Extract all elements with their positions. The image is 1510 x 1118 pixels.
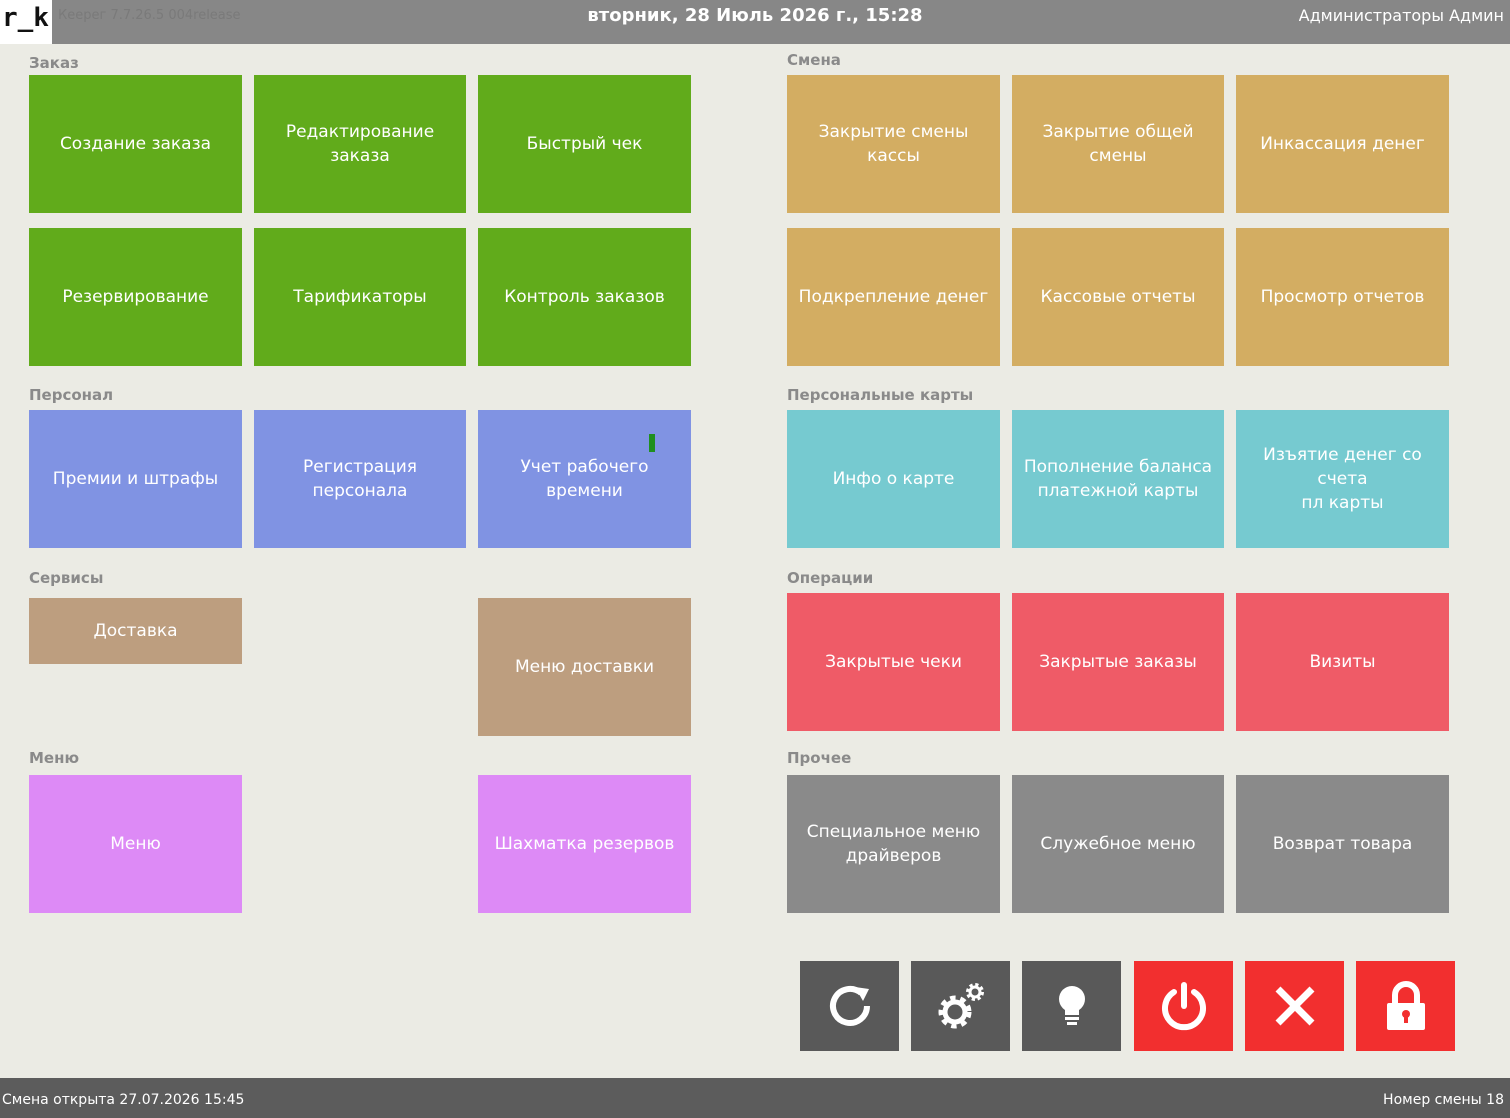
close-button[interactable] [1245, 961, 1344, 1051]
hint-button[interactable] [1022, 961, 1121, 1051]
driver-menu-button[interactable]: Специальное меню драйверов [787, 775, 1000, 913]
section-other-label: Прочее [787, 749, 852, 767]
closed-checks-button[interactable]: Закрытые чеки [787, 593, 1000, 731]
delivery-menu-button[interactable]: Меню доставки [478, 598, 691, 736]
close-general-shift-button[interactable]: Закрытие общей смены [1012, 75, 1224, 213]
tariffs-button[interactable]: Тарификаторы [254, 228, 466, 366]
current-user: Администраторы Админ [1298, 6, 1504, 25]
return-goods-button[interactable]: Возврат товара [1236, 775, 1449, 913]
shift-opened-status: Смена открыта 27.07.2026 15:45 [2, 1092, 245, 1108]
delivery-button[interactable]: Доставка [29, 598, 242, 664]
order-control-button[interactable]: Контроль заказов [478, 228, 691, 366]
work-time-status-indicator [649, 434, 655, 452]
lock-button[interactable] [1356, 961, 1455, 1051]
card-topup-button[interactable]: Пополнение баланса платежной карты [1012, 410, 1224, 548]
power-button[interactable] [1134, 961, 1233, 1051]
closed-orders-button[interactable]: Закрытые заказы [1012, 593, 1224, 731]
refresh-icon [829, 986, 870, 1026]
cash-reinforcement-button[interactable]: Подкрепление денег [787, 228, 1000, 366]
section-cards-label: Персональные карты [787, 386, 974, 404]
visits-button[interactable]: Визиты [1236, 593, 1449, 731]
section-menu-label: Меню [29, 749, 80, 767]
card-info-button[interactable]: Инфо о карте [787, 410, 1000, 548]
view-reports-button[interactable]: Просмотр отчетов [1236, 228, 1449, 366]
section-shift-label: Смена [787, 51, 841, 69]
service-menu-button[interactable]: Служебное меню [1012, 775, 1224, 913]
section-order-label: Заказ [29, 54, 79, 72]
staff-registration-button[interactable]: Регистрация персонала [254, 410, 466, 548]
close-cash-shift-button[interactable]: Закрытие смены кассы [787, 75, 1000, 213]
reservation-chess-button[interactable]: Шахматка резервов [478, 775, 691, 913]
gears-icon [938, 983, 984, 1029]
reservation-button[interactable]: Резервирование [29, 228, 242, 366]
title-bar: r_k Кеерег 7.7.26.5 004release вторник, … [0, 0, 1510, 44]
card-withdraw-button[interactable]: Изъятие денег со счета пл карты [1236, 410, 1449, 548]
section-operations-label: Операции [787, 569, 874, 587]
settings-button[interactable] [911, 961, 1010, 1051]
power-icon [1161, 982, 1206, 1031]
current-datetime: вторник, 28 Июль 2026 г., 15:28 [587, 5, 923, 26]
menu-button[interactable]: Меню [29, 775, 242, 913]
lock-icon [1386, 981, 1425, 1030]
edit-order-button[interactable]: Редактирование заказа [254, 75, 466, 213]
close-icon [1275, 986, 1314, 1026]
shift-number-status: Номер смены 18 [1383, 1092, 1504, 1108]
bonuses-fines-button[interactable]: Премии и штрафы [29, 410, 242, 548]
section-staff-label: Персонал [29, 386, 114, 404]
work-time-button[interactable]: Учет рабочего времени [478, 410, 691, 548]
refresh-button[interactable] [800, 961, 899, 1051]
quick-check-button[interactable]: Быстрый чек [478, 75, 691, 213]
create-order-button[interactable]: Создание заказа [29, 75, 242, 213]
section-services-label: Сервисы [29, 569, 104, 587]
cash-reports-button[interactable]: Кассовые отчеты [1012, 228, 1224, 366]
lightbulb-icon [1058, 986, 1085, 1025]
cash-collection-button[interactable]: Инкассация денег [1236, 75, 1449, 213]
